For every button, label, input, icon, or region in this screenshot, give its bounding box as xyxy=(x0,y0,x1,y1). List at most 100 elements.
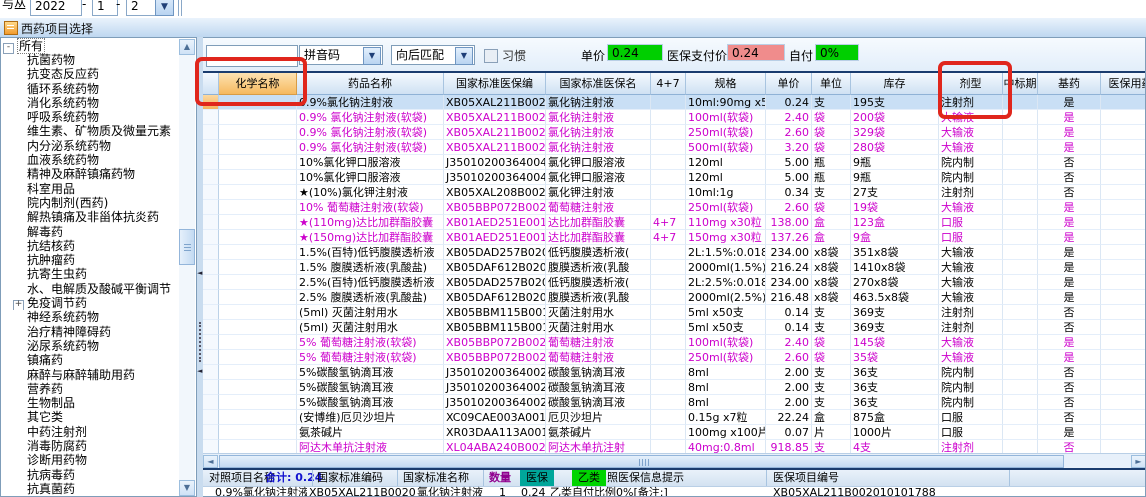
month-field[interactable]: 1 xyxy=(92,0,118,16)
cell-stock: 875盒 xyxy=(851,410,939,425)
table-row[interactable]: ★(110mg)达比加群酯胶囊XB01AED251E001010达比加群酯胶囊4… xyxy=(203,215,1145,230)
column-header-price[interactable]: 单价 xyxy=(766,73,812,95)
column-header-med[interactable]: 医保用药 xyxy=(1101,73,1145,95)
habit-checkbox[interactable] xyxy=(484,49,498,63)
table-row[interactable]: 5% 葡萄糖注射液(软袋)XB05BBP072B002020葡萄糖注射液 100m… xyxy=(203,335,1145,350)
match-code-select[interactable]: 拼音码 ▼ xyxy=(299,45,383,65)
sidebar-item[interactable]: 生物制品 xyxy=(3,396,181,410)
sidebar-item[interactable]: 消化系统药物 xyxy=(3,96,181,110)
sidebar-item[interactable]: 神经系统药物 xyxy=(3,310,181,324)
sidebar-item[interactable]: 精神及麻醉镇痛药物 xyxy=(3,167,181,181)
sidebar-item[interactable]: + 免疫调节药 xyxy=(3,296,181,311)
sidebar-item[interactable]: 中药注射剂 xyxy=(3,425,181,439)
sidebar-scrollbar-thumb[interactable] xyxy=(179,229,195,265)
cell-std: 腹膜透析液(乳酸 xyxy=(546,290,651,305)
sidebar-item[interactable]: 呼吸系统药物 xyxy=(3,110,181,124)
scroll-down-icon[interactable]: ▼ xyxy=(179,480,195,496)
cell-code: J350102003640022 xyxy=(444,365,546,380)
sidebar-item[interactable]: 内分泌系统药物 xyxy=(3,139,181,153)
sidebar-item[interactable]: 治疗精神障碍药 xyxy=(3,325,181,339)
sidebar-item[interactable]: 抗肿瘤药 xyxy=(3,253,181,267)
cell-chem xyxy=(219,305,297,320)
column-header-unit[interactable]: 单位 xyxy=(812,73,851,95)
sidebar-item[interactable]: 营养药 xyxy=(3,382,181,396)
sidebar-item[interactable]: 诊断用药物 xyxy=(3,453,181,467)
cell-std: 氯化钾口服溶液 xyxy=(546,155,651,170)
cell-std: 氯化钠注射液 xyxy=(546,110,651,125)
cell-f47 xyxy=(651,245,686,260)
table-row[interactable]: (5ml) 灭菌注射用水XB05BBM115B001020灭菌注射用水 5ml x… xyxy=(203,320,1145,335)
table-row[interactable]: ★(10%)氯化钾注射液XB05XAL208B002020氯化钾注射液 10ml:… xyxy=(203,185,1145,200)
sidebar-item[interactable]: 水、电解质及酸碱平衡调节 xyxy=(3,282,181,296)
sidebar-item[interactable]: 血液系统药物 xyxy=(3,153,181,167)
cell-form: 注射剂 xyxy=(939,320,1003,335)
table-row[interactable]: 氨茶碱片XR03DAA113A001010氨茶碱片 100mg x100片0.07… xyxy=(203,425,1145,440)
sidebar-item[interactable]: 抗菌药物 xyxy=(3,53,181,67)
table-row[interactable]: 5%碳酸氢钠滴耳液 J350102003640022 碳酸氢钠滴耳液 8ml 2.00 支… xyxy=(203,380,1145,395)
scroll-right-icon[interactable]: ► xyxy=(1131,455,1145,468)
column-header-spec[interactable]: 规格 xyxy=(686,73,766,95)
collapse-icon[interactable]: - xyxy=(3,43,14,54)
chevron-down-icon[interactable]: ▼ xyxy=(363,47,381,65)
scroll-left-icon[interactable]: ◄ xyxy=(203,455,218,468)
table-row[interactable]: 1.5% 腹膜透析液(乳酸盐)XB05DAF612B020010腹膜透析液(乳酸… xyxy=(203,260,1145,275)
column-header-stock[interactable]: 库存 xyxy=(851,73,939,95)
cell-base: 是 xyxy=(1038,140,1101,155)
sidebar-item[interactable]: 泌尿系统药物 xyxy=(3,339,181,353)
sidebar-item[interactable]: 抗结核药 xyxy=(3,239,181,253)
horizontal-scrollbar-thumb[interactable] xyxy=(219,455,1064,468)
table-row[interactable]: 5%碳酸氢钠滴耳液 J350102003640022 碳酸氢钠滴耳液 8ml 2.00 支… xyxy=(203,395,1145,410)
expand-icon[interactable]: + xyxy=(13,300,24,311)
day-field[interactable]: 2 xyxy=(126,0,156,16)
cell-chem xyxy=(219,140,297,155)
cell-price: 2.60 xyxy=(766,125,812,140)
top-strip: 与丛 2022 - 1 - 2 ▼ xyxy=(0,0,1146,20)
sidebar-item[interactable]: 其它类 xyxy=(3,410,181,424)
table-row[interactable]: 1.5%(百特)低钙腹膜透析液XB05DAD257B020010低钙腹膜透析液(… xyxy=(203,245,1145,260)
match-direction-select[interactable]: 向后匹配 ▼ xyxy=(391,45,475,65)
sidebar-item[interactable]: 抗寄生虫药 xyxy=(3,267,181,281)
table-row[interactable]: 5% 葡萄糖注射液(软袋)XB05BBP072B002050葡萄糖注射液 250m… xyxy=(203,350,1145,365)
year-field[interactable]: 2022 xyxy=(30,0,82,16)
column-header-code[interactable]: 国家标准医保编 xyxy=(444,73,546,95)
sidebar-item[interactable]: 抗变态反应药 xyxy=(3,67,181,81)
table-row[interactable]: 2.5% 腹膜透析液(乳酸盐)XB05DAF612B020020腹膜透析液(乳酸… xyxy=(203,290,1145,305)
table-row[interactable]: 10% 葡萄糖注射液(软袋)XB05BBP072B002060葡萄糖注射液 250… xyxy=(203,200,1145,215)
table-row[interactable]: 0.9% 氯化钠注射液(软袋)XB05XAL211B002040氯化钠注射液 25… xyxy=(203,125,1145,140)
sidebar-item[interactable]: 解热镇痛及非甾体抗炎药 xyxy=(3,210,181,224)
scroll-up-icon[interactable]: ▲ xyxy=(179,39,195,55)
sidebar-scrollbar[interactable]: ▲ ▼ xyxy=(179,39,195,496)
comparison-row[interactable]: 0.9%氯化钠注射液 XB05XAL211B00201 氯化钠注射液 1 0.2… xyxy=(203,486,1145,496)
column-header-std[interactable]: 国家标准医保名 xyxy=(546,73,651,95)
cell-stock: 195支 xyxy=(851,95,939,110)
column-header-name[interactable]: 药品名称 xyxy=(297,73,444,95)
column-header-base[interactable]: 基药 xyxy=(1038,73,1101,95)
table-row[interactable]: 2.5%(百特)低钙腹膜透析液XB05DAD257B020020低钙腹膜透析液(… xyxy=(203,275,1145,290)
chevron-down-icon[interactable]: ▼ xyxy=(455,47,473,65)
column-header-f47[interactable]: 4+7 xyxy=(651,73,686,95)
sidebar-item[interactable]: 科室用品 xyxy=(3,182,181,196)
table-row[interactable]: 0.9% 氯化钠注射液(软袋)XB05XAL211B002050氯化钠注射液 50… xyxy=(203,140,1145,155)
sidebar-item[interactable]: 镇痛药 xyxy=(3,353,181,367)
category-tree: - 所有 抗菌药物 抗变态反应药 循环系统药物 消化系统药物 呼吸系统药物 维生素、矿物质及… xyxy=(3,38,181,496)
table-row[interactable]: 10%氯化钾口服溶液 J350102003640046 氯化钾口服溶液 120ml 5.… xyxy=(203,170,1145,185)
sidebar-item[interactable]: 抗真菌药 xyxy=(3,482,181,496)
sidebar-item[interactable]: 消毒防腐药 xyxy=(3,439,181,453)
sidebar-item[interactable]: 循环系统药物 xyxy=(3,82,181,96)
date-dropdown-button[interactable]: ▼ xyxy=(155,0,174,16)
cell-f47: 4+7 xyxy=(651,230,686,245)
cell-form: 口服 xyxy=(939,410,1003,425)
table-row[interactable]: 10%氯化钾口服溶液 J350102003640046 氯化钾口服溶液 120ml 5.… xyxy=(203,155,1145,170)
table-row[interactable]: (安博维)厄贝沙坦片XC09CAE003A001020厄贝沙坦片 0.15g x7… xyxy=(203,410,1145,425)
tree-root-item[interactable]: - 所有 xyxy=(3,38,181,54)
sidebar-item[interactable]: 抗病毒药 xyxy=(3,468,181,482)
table-row[interactable]: ★(150mg)达比加群酯胶囊XB01AED251E001020达比加群酯胶囊4… xyxy=(203,230,1145,245)
sidebar-item[interactable]: 麻醉与麻醉辅助用药 xyxy=(3,368,181,382)
sidebar-item[interactable]: 维生素、矿物质及微量元素 xyxy=(3,124,181,138)
cell-med xyxy=(1101,95,1145,110)
horizontal-scrollbar[interactable]: ◄ ► xyxy=(203,453,1145,469)
table-row[interactable]: (5ml) 灭菌注射用水XB05BBM115B001020灭菌注射用水 5ml x… xyxy=(203,305,1145,320)
sidebar-item[interactable]: 院内制剂(西药) xyxy=(3,196,181,210)
table-row[interactable]: 5%碳酸氢钠滴耳液 J350102003640022 碳酸氢钠滴耳液 8ml 2.00 支… xyxy=(203,365,1145,380)
sidebar-item[interactable]: 解毒药 xyxy=(3,225,181,239)
